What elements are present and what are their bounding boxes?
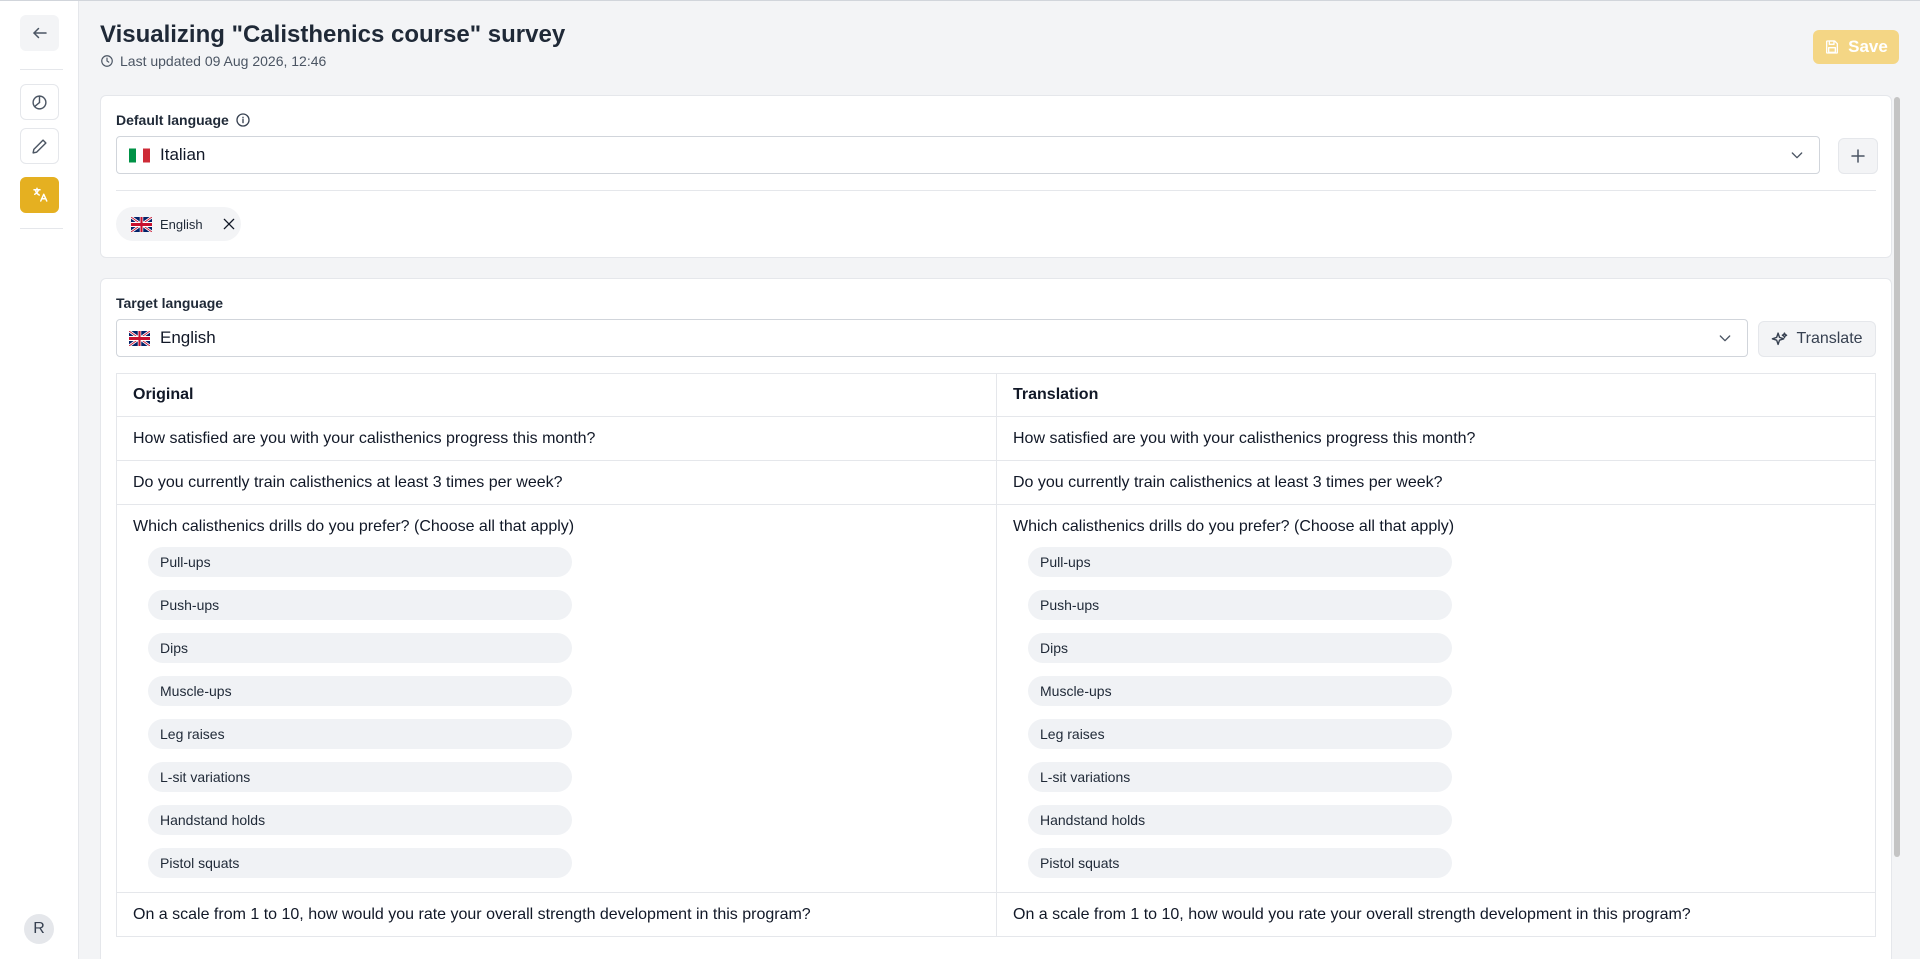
table-row: On a scale from 1 to 10, how would you r… (117, 893, 1875, 937)
italy-flag-icon (129, 148, 150, 162)
option-item: Leg raises (148, 719, 572, 749)
translate-button[interactable]: Translate (1758, 321, 1876, 357)
sidebar-item-analytics[interactable] (20, 84, 59, 120)
header-translation: Translation (996, 374, 1875, 416)
uk-flag-icon (129, 330, 150, 346)
translation-table: Original Translation How satisfied are y… (116, 373, 1876, 937)
arrow-left-icon (32, 27, 47, 39)
option-item[interactable]: Leg raises (1028, 719, 1452, 749)
default-language-label: Default language (116, 112, 251, 128)
language-chip-english: English (116, 207, 241, 241)
original-cell: Do you currently train calisthenics at l… (133, 474, 563, 491)
main-content: Visualizing "Calisthenics course" survey… (80, 1, 1920, 959)
translation-cell[interactable]: How satisfied are you with your calisthe… (996, 417, 1875, 460)
sidebar-item-edit[interactable] (20, 128, 59, 164)
last-updated: Last updated 09 Aug 2026, 12:46 (100, 53, 326, 69)
pencil-icon (32, 138, 47, 154)
uk-flag-icon (131, 216, 152, 232)
option-item: Push-ups (148, 590, 572, 620)
option-item: Dips (148, 633, 572, 663)
remove-language-button[interactable] (221, 216, 237, 232)
avatar[interactable]: R (24, 914, 54, 944)
sparkles-icon (1772, 331, 1788, 345)
table-row: How satisfied are you with your calisthe… (117, 417, 1875, 461)
option-item: Pull-ups (148, 547, 572, 577)
card-divider (116, 190, 1876, 191)
option-item: Handstand holds (148, 805, 572, 835)
plus-icon (1851, 149, 1865, 163)
question-text[interactable]: Which calisthenics drills do you prefer?… (1013, 517, 1859, 537)
option-item[interactable]: Dips (1028, 633, 1452, 663)
translation-cell[interactable]: Do you currently train calisthenics at l… (996, 461, 1875, 504)
target-language-value: English (160, 328, 216, 347)
save-icon (1826, 40, 1839, 54)
header-original: Original (133, 386, 194, 403)
option-item[interactable]: Muscle-ups (1028, 676, 1452, 706)
add-language-button[interactable] (1838, 138, 1878, 174)
option-item[interactable]: Push-ups (1028, 590, 1452, 620)
sidebar: R (0, 1, 79, 959)
target-language-select[interactable]: English (116, 319, 1748, 357)
save-label: Save (1848, 37, 1888, 56)
save-button[interactable]: Save (1813, 30, 1899, 64)
chevron-down-icon (1719, 335, 1731, 342)
sidebar-item-translate[interactable] (20, 177, 59, 213)
option-item: L-sit variations (148, 762, 572, 792)
table-header-row: Original Translation (117, 374, 1875, 417)
chevron-down-icon (1791, 152, 1803, 159)
option-item: Pistol squats (148, 848, 572, 878)
language-chip-label: English (160, 216, 203, 232)
table-row: Do you currently train calisthenics at l… (117, 461, 1875, 505)
default-language-value: Italian (160, 145, 206, 164)
sidebar-divider (20, 228, 63, 229)
question-text: Which calisthenics drills do you prefer?… (133, 518, 575, 535)
option-item[interactable]: L-sit variations (1028, 762, 1452, 792)
translate-label: Translate (1796, 330, 1863, 347)
back-button[interactable] (20, 15, 59, 51)
original-cell: How satisfied are you with your calisthe… (133, 430, 596, 447)
page-title: Visualizing "Calisthenics course" survey (100, 21, 566, 48)
option-item[interactable]: Handstand holds (1028, 805, 1452, 835)
original-cell: Which calisthenics drills do you prefer?… (117, 505, 996, 892)
default-language-select[interactable]: Italian (116, 136, 1820, 174)
option-item[interactable]: Pistol squats (1028, 848, 1452, 878)
table-row: Which calisthenics drills do you prefer?… (117, 505, 1875, 893)
pie-chart-icon (32, 94, 47, 110)
target-language-label: Target language (116, 295, 224, 311)
option-item: Muscle-ups (148, 676, 572, 706)
original-cell: On a scale from 1 to 10, how would you r… (133, 906, 811, 923)
translation-cell: Which calisthenics drills do you prefer?… (996, 505, 1875, 892)
clock-icon (101, 55, 113, 67)
translation-cell[interactable]: On a scale from 1 to 10, how would you r… (996, 893, 1875, 936)
scrollbar[interactable] (1894, 97, 1900, 857)
sidebar-divider (20, 69, 63, 70)
close-icon (223, 218, 234, 230)
last-updated-text: Last updated 09 Aug 2026, 12:46 (120, 53, 327, 69)
default-language-label-text: Default language (116, 112, 229, 128)
default-language-card: Default language Italian English (100, 95, 1892, 258)
option-item[interactable]: Pull-ups (1028, 547, 1452, 577)
target-language-card: Target language English Translate Origin… (100, 278, 1892, 959)
info-icon[interactable] (235, 112, 251, 128)
translate-icon (32, 187, 47, 202)
